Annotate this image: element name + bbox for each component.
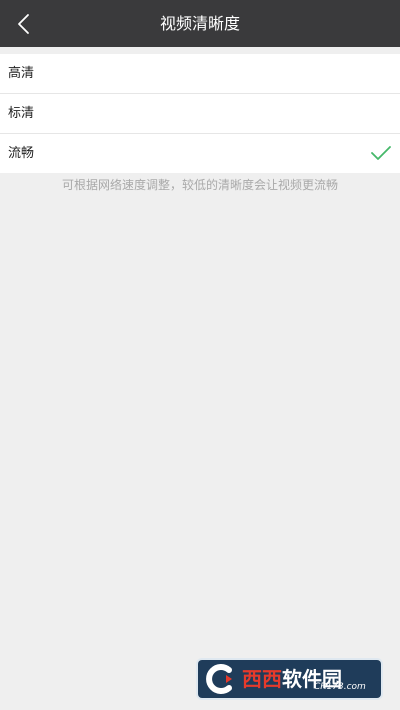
quality-option-list: 高清 标清 流畅 xyxy=(0,54,400,173)
quality-option-hd[interactable]: 高清 xyxy=(0,54,400,94)
chevron-left-icon xyxy=(18,13,29,34)
quality-option-label: 高清 xyxy=(8,66,35,81)
quality-option-label: 标清 xyxy=(8,106,35,121)
quality-option-label: 流畅 xyxy=(8,146,35,161)
quality-hint-text: 可根据网络速度调整，较低的清晰度会让视频更流畅 xyxy=(61,178,338,192)
page-title: 视频清晰度 xyxy=(159,14,240,33)
watermark-domain: CR173.com xyxy=(314,682,366,692)
navigation-bar: 视频清晰度 xyxy=(0,0,400,47)
check-icon xyxy=(371,146,391,160)
logo-c-icon xyxy=(206,664,232,694)
watermark-brand-red: 西西 xyxy=(242,667,282,691)
quality-option-smooth[interactable]: 流畅 xyxy=(0,134,400,173)
back-button[interactable] xyxy=(0,0,46,47)
quality-option-sd[interactable]: 标清 xyxy=(0,94,400,134)
watermark-logo: 西西软件园 CR173.com xyxy=(198,660,381,698)
